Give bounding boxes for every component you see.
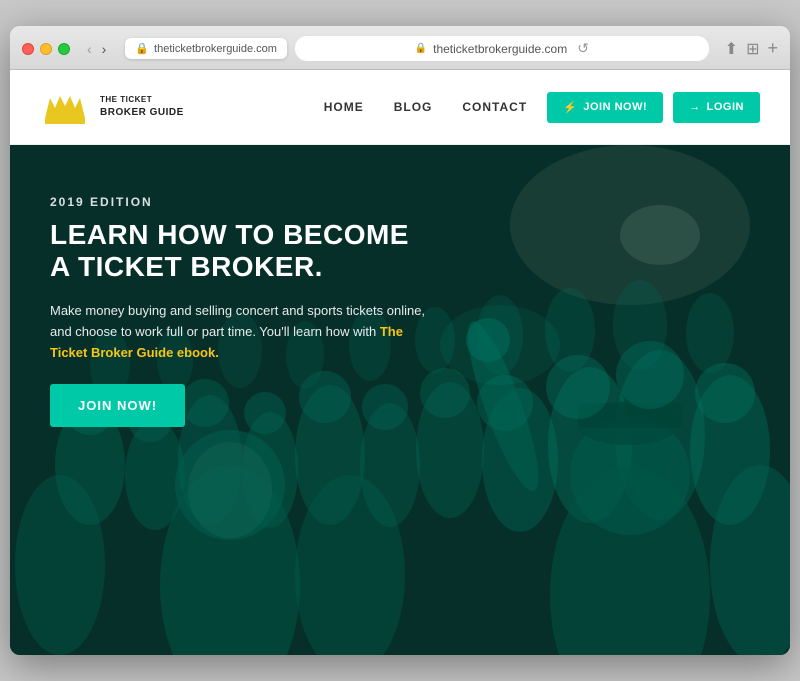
nav-login-button[interactable]: → LOGIN <box>673 92 760 123</box>
hero-title: LEARN HOW TO BECOME A TICKET BROKER. <box>50 219 430 283</box>
nav-blog[interactable]: BLOG <box>394 100 433 114</box>
logo-text: THE TICKET BROKER GUIDE <box>100 95 184 118</box>
tab-favicon: 🔒 <box>135 42 149 55</box>
maximize-button[interactable] <box>58 43 70 55</box>
browser-nav: ‹ › <box>84 41 109 57</box>
url-text: theticketbrokerguide.com <box>433 42 567 56</box>
hero-description: Make money buying and selling concert an… <box>50 301 430 363</box>
close-button[interactable] <box>22 43 34 55</box>
hero-content: 2019 EDITION LEARN HOW TO BECOME A TICKE… <box>50 195 430 427</box>
minimize-button[interactable] <box>40 43 52 55</box>
browser-tab-area: 🔒 theticketbrokerguide.com 🔒 theticketbr… <box>125 36 708 61</box>
nav-joinnow-button[interactable]: ⚡ JOIN NOW! <box>547 92 663 123</box>
refresh-button[interactable]: ↺ <box>577 40 589 57</box>
nav-home[interactable]: HOME <box>324 100 364 114</box>
edition-label: 2019 EDITION <box>50 195 430 209</box>
traffic-lights <box>22 43 70 55</box>
join-icon: ⚡ <box>563 101 577 114</box>
login-icon: → <box>689 101 701 113</box>
hero-joinnow-button[interactable]: JOIN NOW! <box>50 384 185 427</box>
share-button[interactable]: ⬆ <box>725 39 738 59</box>
back-button[interactable]: ‹ <box>84 41 95 57</box>
nav-links: HOME BLOG CONTACT <box>324 100 527 114</box>
logo-icon <box>40 88 90 126</box>
bookmark-button[interactable]: ⊞ <box>746 39 759 59</box>
tab-title: theticketbrokerguide.com <box>154 43 277 55</box>
nav-buttons: ⚡ JOIN NOW! → LOGIN <box>547 92 760 123</box>
lock-icon: 🔒 <box>415 43 427 54</box>
forward-button[interactable]: › <box>99 41 110 57</box>
browser-window: ‹ › 🔒 theticketbrokerguide.com 🔒 thetick… <box>10 26 790 655</box>
hero-section: 2019 EDITION LEARN HOW TO BECOME A TICKE… <box>10 145 790 655</box>
browser-titlebar: ‹ › 🔒 theticketbrokerguide.com 🔒 thetick… <box>10 26 790 70</box>
browser-actions: ⬆ ⊞ + <box>725 38 778 59</box>
address-bar[interactable]: 🔒 theticketbrokerguide.com ↺ <box>295 36 709 61</box>
new-tab-button[interactable]: + <box>767 38 778 59</box>
website-content: THE TICKET BROKER GUIDE HOME BLOG CONTAC… <box>10 70 790 655</box>
nav-contact[interactable]: CONTACT <box>462 100 527 114</box>
logo-area: THE TICKET BROKER GUIDE <box>40 88 184 126</box>
browser-tab[interactable]: 🔒 theticketbrokerguide.com <box>125 38 287 59</box>
site-navigation: THE TICKET BROKER GUIDE HOME BLOG CONTAC… <box>10 70 790 145</box>
